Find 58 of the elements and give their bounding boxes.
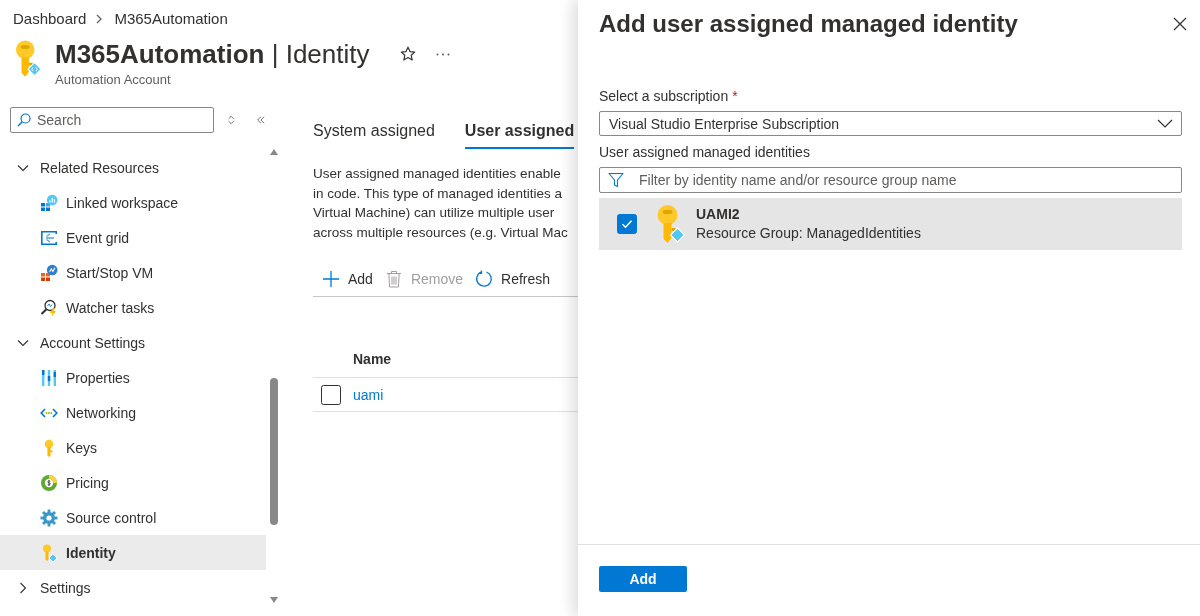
- close-icon[interactable]: [1173, 17, 1187, 31]
- tab[interactable]: User assigned: [464, 121, 575, 149]
- filter-icon: [608, 172, 624, 188]
- breadcrumb-link[interactable]: M365Automation: [114, 10, 228, 28]
- checkbox[interactable]: [321, 384, 341, 405]
- chart-bubble-icon: [40, 193, 58, 212]
- resource-type: Automation Account: [55, 72, 172, 88]
- search-icon: [17, 113, 31, 127]
- breadcrumb-link[interactable]: Dashboard: [13, 10, 87, 28]
- menu-item[interactable]: Properties: [0, 360, 266, 395]
- description-text: User assigned managed identities enable in code. This type of managed identities a Virtual Machine) can utilize multiple user across multiple resources (e.g. Virtual Mac: [313, 165, 569, 242]
- squares-chart-icon: [40, 263, 58, 282]
- menu-group[interactable]: Account Settings: [0, 325, 266, 360]
- identity-link[interactable]: uami: [353, 386, 384, 403]
- menu-group[interactable]: Related Resources: [0, 150, 266, 185]
- menu-item[interactable]: Identity: [0, 535, 266, 570]
- up-down-chevron-icon[interactable]: [227, 113, 236, 127]
- tab[interactable]: System assigned: [313, 121, 435, 149]
- key-icon: [15, 40, 41, 78]
- search-field[interactable]: Search: [10, 107, 214, 133]
- column-header: Name: [353, 350, 392, 367]
- menu-item[interactable]: Pricing: [0, 465, 266, 500]
- panel-title: Add user assigned managed identity: [599, 9, 1018, 39]
- double-chevron-left-icon[interactable]: [256, 115, 266, 125]
- menu-item[interactable]: Source control: [0, 500, 266, 535]
- field-label: User assigned managed identities: [599, 143, 811, 161]
- menu-item[interactable]: Networking: [0, 395, 266, 430]
- magnifier-bolt-icon: [40, 298, 58, 317]
- add-button[interactable]: Add: [599, 566, 687, 592]
- chevron-down-icon: [1157, 119, 1173, 128]
- filter-field[interactable]: Filter by identity name and/or resource group name: [599, 167, 1182, 193]
- menu-item[interactable]: Watcher tasks: [0, 290, 266, 325]
- star-icon[interactable]: [399, 46, 416, 62]
- key-icon: [656, 205, 685, 243]
- coin-icon: [40, 473, 58, 492]
- resource-group: Resource Group: ManagedIdentities: [696, 224, 921, 243]
- identity-list-item[interactable]: UAMI2 Resource Group: ManagedIdentities: [599, 198, 1182, 250]
- menu-item[interactable]: Event grid: [0, 220, 266, 255]
- plus-icon: [322, 270, 340, 288]
- toolbar-button[interactable]: Refresh: [469, 264, 557, 294]
- menu-item[interactable]: Start/Stop VM: [0, 255, 266, 290]
- menu-item[interactable]: Linked workspace: [0, 185, 266, 220]
- trash-icon: [384, 270, 403, 288]
- toolbar-button[interactable]: Add: [313, 264, 379, 294]
- more-icon[interactable]: [435, 52, 450, 56]
- gear-icon: [40, 508, 58, 527]
- menu-item[interactable]: Keys: [0, 430, 266, 465]
- page-title: M365Automation | Identity: [55, 38, 370, 70]
- checkbox[interactable]: [617, 214, 637, 234]
- subscription-dropdown[interactable]: Visual Studio Enterprise Subscription: [599, 111, 1182, 136]
- grid-bracket-icon: [40, 228, 58, 247]
- chevron-right-icon: [96, 14, 103, 24]
- bars-icon: [40, 368, 58, 387]
- field-label: Select a subscription *: [599, 87, 739, 105]
- identity-name: UAMI2: [696, 205, 741, 224]
- refresh-icon: [475, 270, 494, 288]
- key-icon: [40, 543, 58, 562]
- menu-group[interactable]: Settings: [0, 570, 266, 605]
